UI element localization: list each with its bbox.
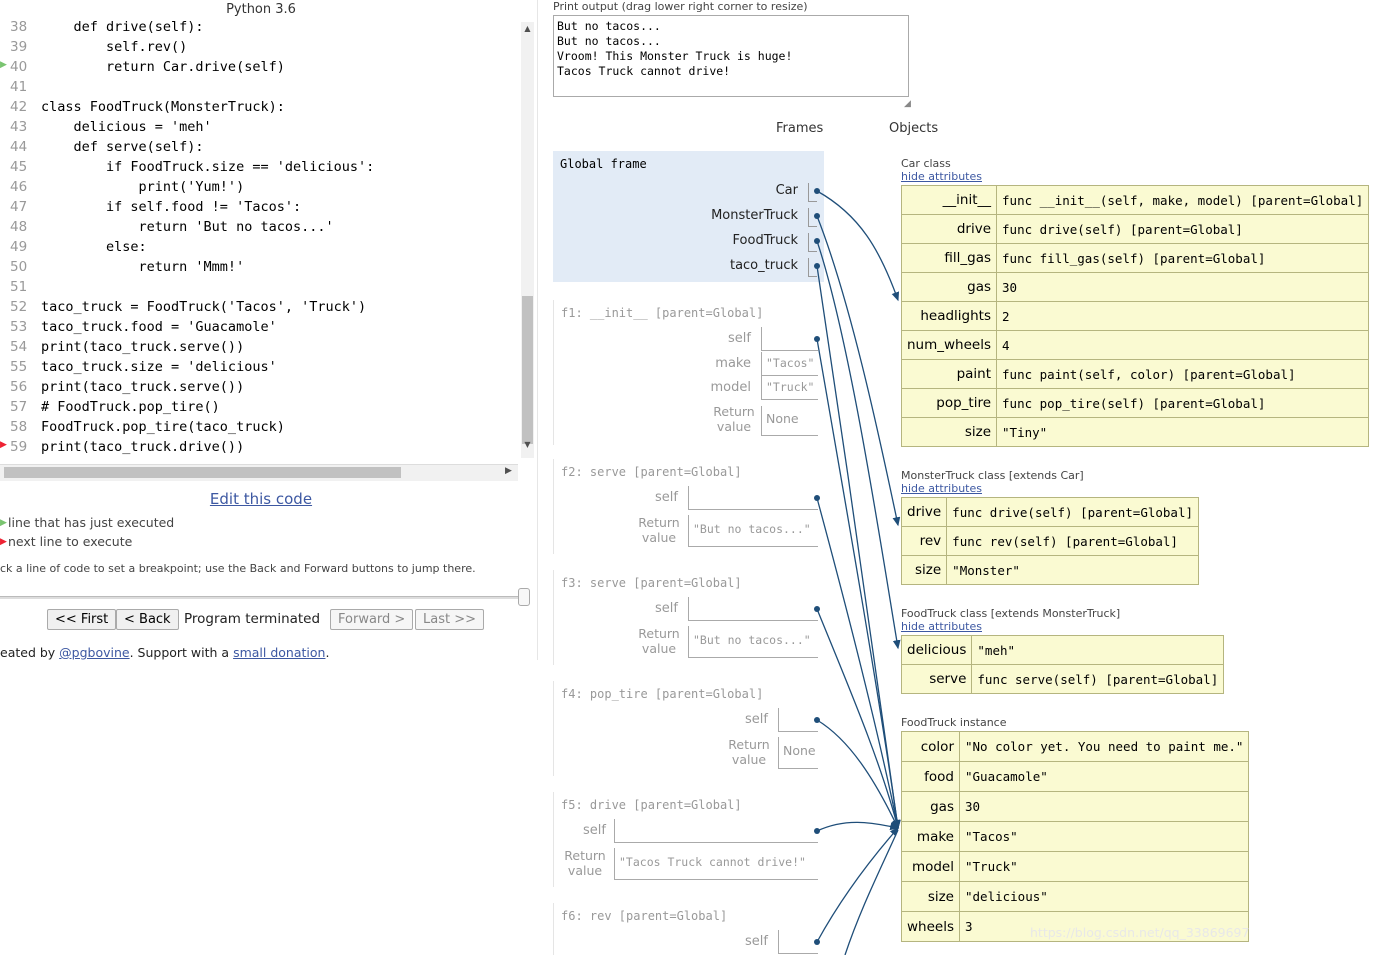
- pointer-dot: [814, 828, 820, 834]
- pointer-dot: [814, 213, 820, 219]
- arrow-f7-self: [844, 829, 899, 955]
- arrow-foodtruck: [816, 240, 901, 650]
- pointer-arrows: [814, 188, 901, 955]
- pointer-dot: [814, 495, 820, 501]
- pointer-dot: [814, 717, 820, 723]
- pointer-dot: [814, 188, 820, 194]
- arrow-f6-self: [816, 827, 899, 943]
- arrow-f2-self: [816, 497, 901, 830]
- pointer-dot: [814, 606, 820, 612]
- arrow-monstertruck: [816, 215, 901, 527]
- pointer-dot: [814, 939, 820, 945]
- pointer-dot: [814, 263, 820, 269]
- arrow-f3-self: [816, 608, 900, 830]
- arrow-f5-self: [816, 821, 900, 832]
- pointer-dot: [814, 336, 820, 342]
- pointer-dot: [814, 238, 820, 244]
